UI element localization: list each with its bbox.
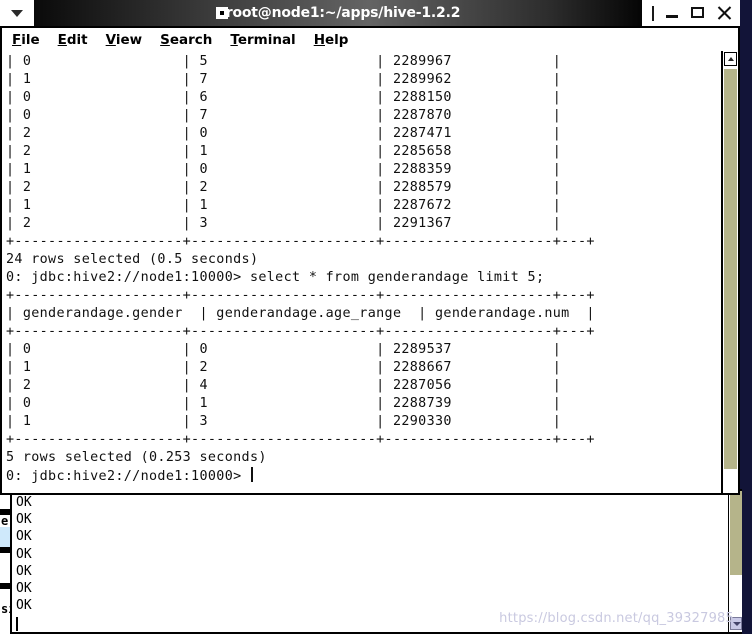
scroll-up-arrow-icon[interactable] (724, 52, 737, 66)
window-controls-separator (652, 5, 654, 21)
scroll-down-arrow-icon[interactable] (730, 617, 742, 630)
window-menu-arrow-icon[interactable] (0, 0, 34, 26)
titlebar[interactable]: root@node1:~/apps/hive-1.2.2 (0, 0, 740, 26)
menu-item-terminal[interactable]: Terminal (230, 32, 295, 48)
menubar[interactable]: File Edit View Search Terminal Help (0, 26, 740, 51)
background-terminal-window[interactable]: OK OK OK OK OK OK OK (10, 489, 742, 634)
terminal-output: | 0 | 5 | 2289967 | | 1 | 7 | 2289962 | … (6, 53, 718, 486)
menu-item-edit[interactable]: Edit (58, 32, 88, 48)
maximize-icon[interactable] (690, 5, 706, 21)
terminal-body[interactable]: | 0 | 5 | 2289967 | | 1 | 7 | 2289962 | … (0, 51, 740, 495)
terminal-cursor (250, 467, 253, 482)
minimize-icon[interactable] (664, 5, 680, 21)
window-title: root@node1:~/apps/hive-1.2.2 (225, 5, 461, 21)
menu-item-view[interactable]: View (106, 32, 142, 48)
terminal-scrollbar[interactable] (721, 51, 738, 493)
background-terminal-scrollbar[interactable] (728, 491, 742, 632)
scroll-thumb[interactable] (724, 69, 737, 469)
terminal-icon (215, 7, 228, 19)
close-icon[interactable] (716, 5, 732, 21)
background-terminal-output: OK OK OK OK OK OK OK (16, 495, 32, 614)
window-controls[interactable] (642, 0, 740, 26)
terminal-output-text: | 0 | 5 | 2289967 | | 1 | 7 | 2289962 | … (6, 54, 595, 484)
menu-item-help[interactable]: Help (314, 32, 349, 48)
background-terminal-cursor-line (12, 614, 742, 632)
background-terminal-cursor (16, 617, 18, 632)
titlebar-gradient[interactable]: root@node1:~/apps/hive-1.2.2 (34, 0, 642, 26)
background-scroll-thumb[interactable] (730, 491, 742, 575)
main-terminal-window[interactable]: root@node1:~/apps/hive-1.2.2 File Edit V… (0, 0, 740, 497)
menu-item-search[interactable]: Search (160, 32, 212, 48)
menu-item-file[interactable]: File (12, 32, 40, 48)
